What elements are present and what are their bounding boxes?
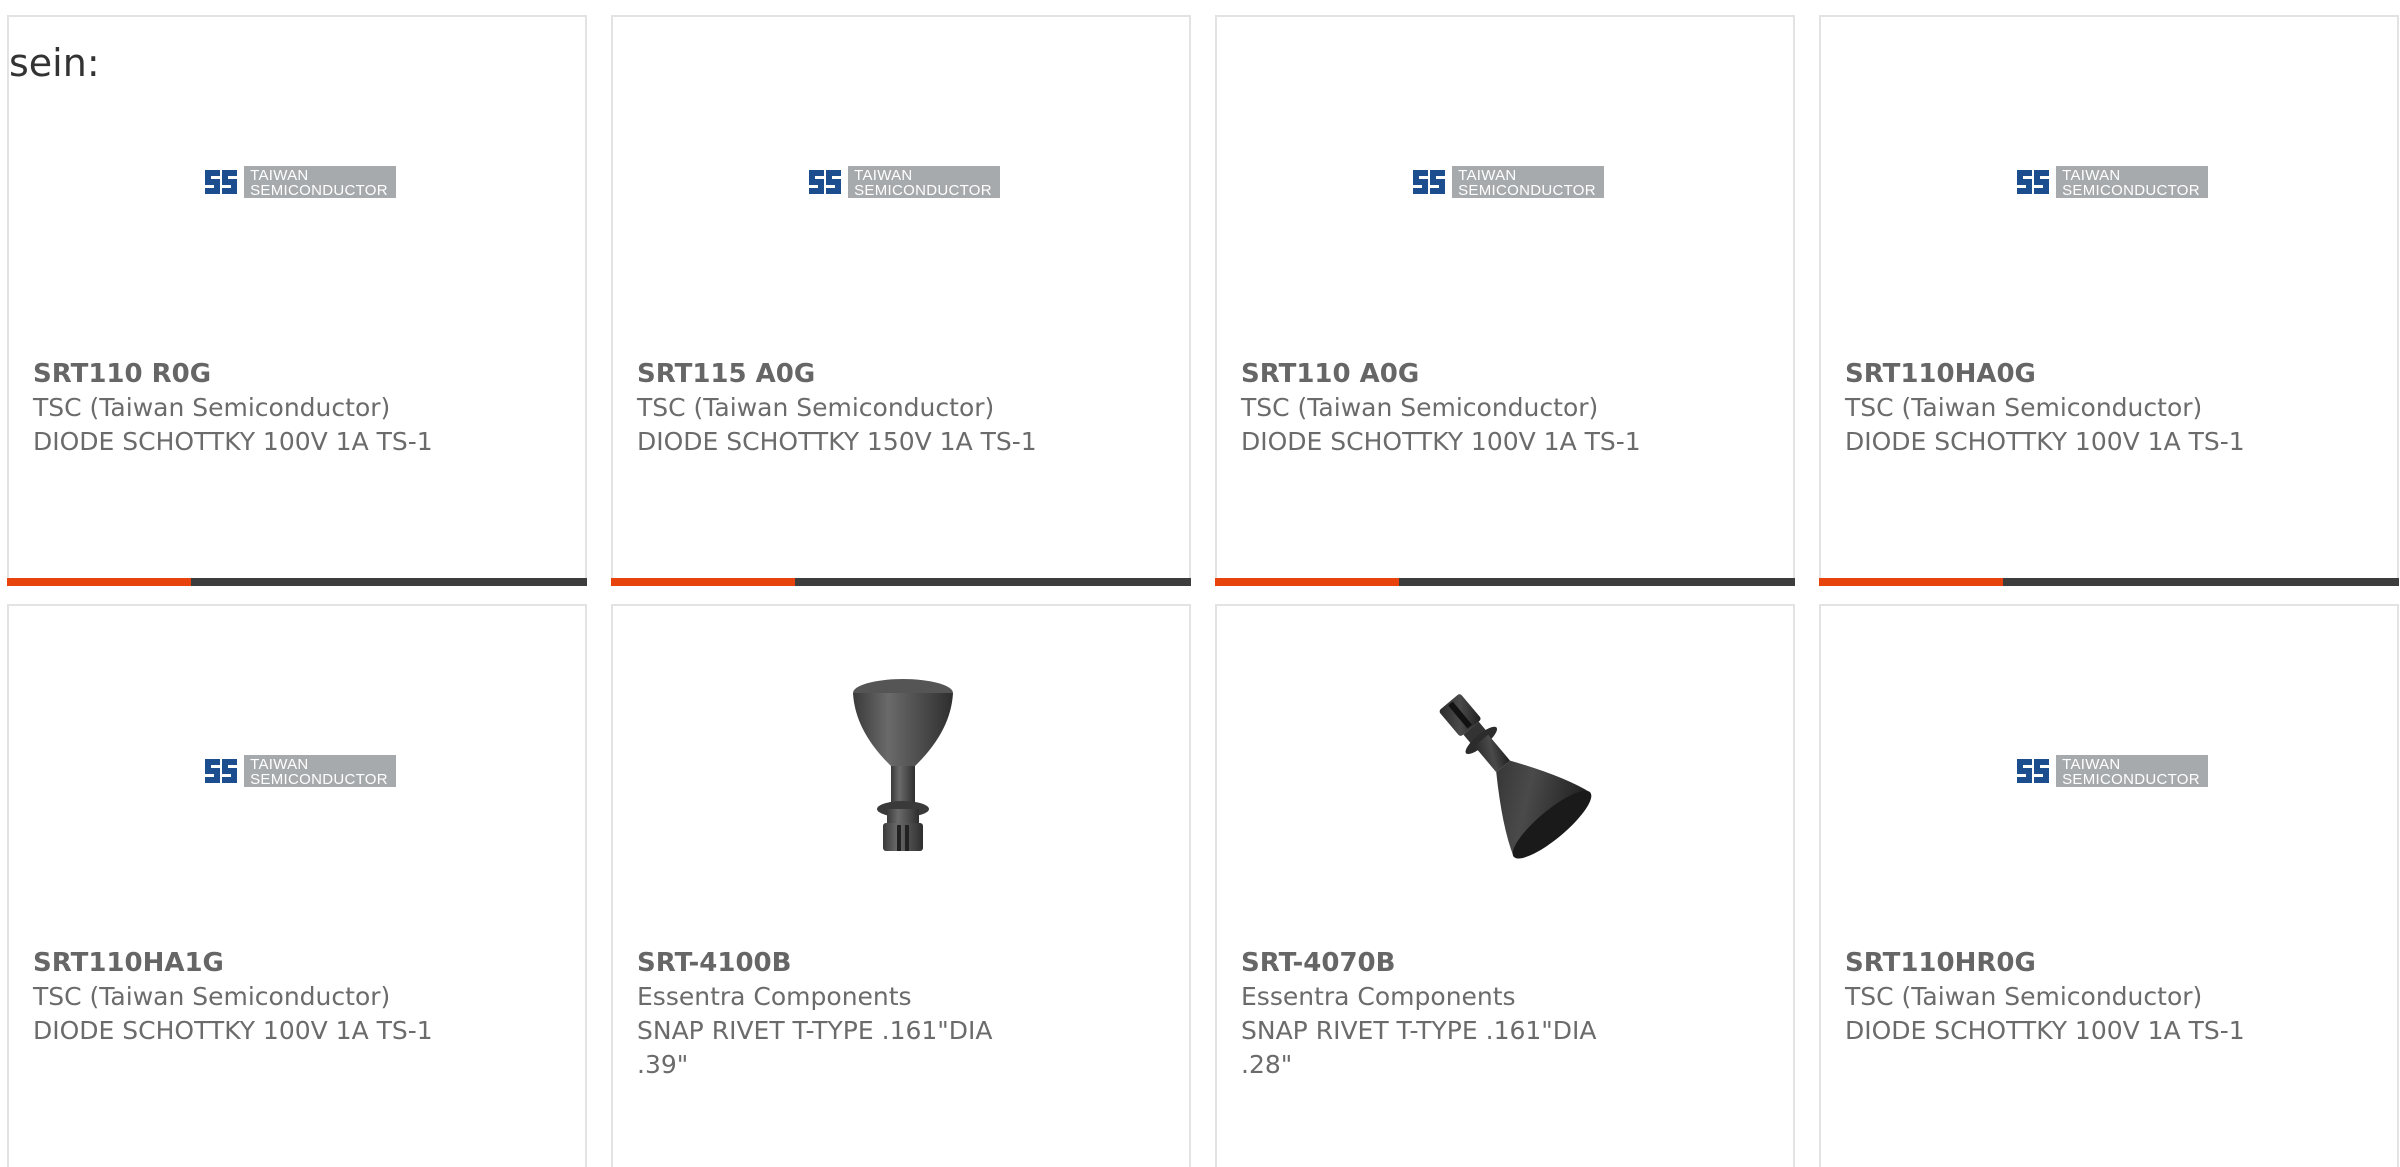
description: SNAP RIVET T-TYPE .161"DIA .39": [637, 1016, 993, 1079]
card-accent-bar: [611, 578, 795, 586]
product-info: SRT115 A0G TSC (Taiwan Semiconductor) DI…: [637, 357, 1057, 459]
manufacturer: Essentra Components: [1241, 982, 1516, 1011]
description: DIODE SCHOTTKY 100V 1A TS-1: [33, 1016, 433, 1045]
product-card[interactable]: TAIWAN SEMICONDUCTOR SRT110HR0G TSC (Tai…: [1819, 604, 2399, 1167]
logo-line1: TAIWAN: [250, 166, 309, 184]
logo-line2: SEMICONDUCTOR: [1458, 181, 1596, 199]
manufacturer: TSC (Taiwan Semiconductor): [637, 393, 995, 422]
product-image: TAIWAN SEMICONDUCTOR: [199, 82, 399, 282]
product-card[interactable]: TAIWAN SEMICONDUCTOR SRT115 A0G TSC (Tai…: [611, 15, 1191, 586]
product-card[interactable]: TAIWAN SEMICONDUCTOR SRT110 R0G TSC (Tai…: [7, 15, 587, 586]
manufacturer: TSC (Taiwan Semiconductor): [1241, 393, 1599, 422]
product-image: [1407, 671, 1607, 871]
logo-line1: TAIWAN: [854, 166, 913, 184]
product-image: TAIWAN SEMICONDUCTOR: [199, 671, 399, 871]
product-card[interactable]: SRT-4070B Essentra Components SNAP RIVET…: [1215, 604, 1795, 1167]
intro-text: sein:: [9, 41, 100, 85]
product-info: SRT-4100B Essentra Components SNAP RIVET…: [637, 946, 1057, 1082]
product-grid: TAIWAN SEMICONDUCTOR SRT110 R0G TSC (Tai…: [7, 15, 2400, 1167]
description: DIODE SCHOTTKY 100V 1A TS-1: [1845, 427, 2245, 456]
logo-line1: TAIWAN: [1458, 166, 1517, 184]
card-bottom-bar: [611, 578, 1191, 586]
product-info: SRT110HR0G TSC (Taiwan Semiconductor) DI…: [1845, 946, 2265, 1048]
description: DIODE SCHOTTKY 100V 1A TS-1: [33, 427, 433, 456]
product-grid-page: sein: TAIWAN SEMICONDUCTOR SRT110 R0G TS…: [0, 0, 2400, 1167]
manufacturer: Essentra Components: [637, 982, 912, 1011]
tsc-logo: TAIWAN SEMICONDUCTOR: [202, 162, 396, 202]
product-info: SRT110 R0G TSC (Taiwan Semiconductor) DI…: [33, 357, 453, 459]
tsc-logo: TAIWAN SEMICONDUCTOR: [806, 162, 1000, 202]
description: DIODE SCHOTTKY 100V 1A TS-1: [1241, 427, 1641, 456]
manufacturer: TSC (Taiwan Semiconductor): [33, 393, 391, 422]
tsc-mark-icon: [2014, 166, 2053, 198]
manufacturer: TSC (Taiwan Semiconductor): [33, 982, 391, 1011]
logo-line2: SEMICONDUCTOR: [854, 181, 992, 199]
tsc-mark-icon: [2014, 755, 2053, 787]
logo-line2: SEMICONDUCTOR: [250, 770, 388, 788]
product-card[interactable]: TAIWAN SEMICONDUCTOR SRT110HA1G TSC (Tai…: [7, 604, 587, 1167]
tsc-mark-icon: [202, 166, 241, 198]
card-bottom-bar: [1215, 578, 1795, 586]
tsc-logo: TAIWAN SEMICONDUCTOR: [202, 751, 396, 791]
card-bottom-bar: [1819, 578, 2399, 586]
product-image: [803, 671, 1003, 871]
tsc-mark-icon: [202, 755, 241, 787]
product-info: SRT110 A0G TSC (Taiwan Semiconductor) DI…: [1241, 357, 1661, 459]
part-number[interactable]: SRT-4070B: [1241, 946, 1661, 980]
part-number[interactable]: SRT110 R0G: [33, 357, 453, 391]
product-card[interactable]: SRT-4100B Essentra Components SNAP RIVET…: [611, 604, 1191, 1167]
product-image: TAIWAN SEMICONDUCTOR: [803, 82, 1003, 282]
product-info: SRT110HA1G TSC (Taiwan Semiconductor) DI…: [33, 946, 453, 1048]
part-number[interactable]: SRT110 A0G: [1241, 357, 1661, 391]
logo-line2: SEMICONDUCTOR: [250, 181, 388, 199]
product-image: TAIWAN SEMICONDUCTOR: [1407, 82, 1607, 282]
product-info: SRT-4070B Essentra Components SNAP RIVET…: [1241, 946, 1661, 1082]
product-image: TAIWAN SEMICONDUCTOR: [2011, 82, 2211, 282]
tsc-mark-icon: [806, 166, 845, 198]
manufacturer: TSC (Taiwan Semiconductor): [1845, 393, 2203, 422]
part-number[interactable]: SRT115 A0G: [637, 357, 1057, 391]
card-accent-bar: [1215, 578, 1399, 586]
tsc-logo: TAIWAN SEMICONDUCTOR: [2014, 162, 2208, 202]
card-bottom-bar: [7, 578, 587, 586]
tsc-logo: TAIWAN SEMICONDUCTOR: [1410, 162, 1604, 202]
part-number[interactable]: SRT110HA1G: [33, 946, 453, 980]
logo-line2: SEMICONDUCTOR: [2062, 181, 2200, 199]
product-card[interactable]: TAIWAN SEMICONDUCTOR SRT110 A0G TSC (Tai…: [1215, 15, 1795, 586]
snap-rivet-upright-icon: [853, 679, 953, 851]
logo-line1: TAIWAN: [2062, 166, 2121, 184]
tsc-mark-icon: [1410, 166, 1449, 198]
part-number[interactable]: SRT-4100B: [637, 946, 1057, 980]
part-number[interactable]: SRT110HA0G: [1845, 357, 2265, 391]
product-info: SRT110HA0G TSC (Taiwan Semiconductor) DI…: [1845, 357, 2265, 459]
description: DIODE SCHOTTKY 150V 1A TS-1: [637, 427, 1037, 456]
manufacturer: TSC (Taiwan Semiconductor): [1845, 982, 2203, 1011]
product-card[interactable]: TAIWAN SEMICONDUCTOR SRT110HA0G TSC (Tai…: [1819, 15, 2399, 586]
product-image: TAIWAN SEMICONDUCTOR: [2011, 671, 2211, 871]
card-accent-bar: [7, 578, 191, 586]
description: DIODE SCHOTTKY 100V 1A TS-1: [1845, 1016, 2245, 1045]
card-accent-bar: [1819, 578, 2003, 586]
logo-line1: TAIWAN: [2062, 755, 2121, 773]
part-number[interactable]: SRT110HR0G: [1845, 946, 2265, 980]
description: SNAP RIVET T-TYPE .161"DIA .28": [1241, 1016, 1597, 1079]
tsc-logo: TAIWAN SEMICONDUCTOR: [2014, 751, 2208, 791]
logo-line1: TAIWAN: [250, 755, 309, 773]
logo-line2: SEMICONDUCTOR: [2062, 770, 2200, 788]
snap-rivet-tilted-icon: [1439, 694, 1592, 859]
